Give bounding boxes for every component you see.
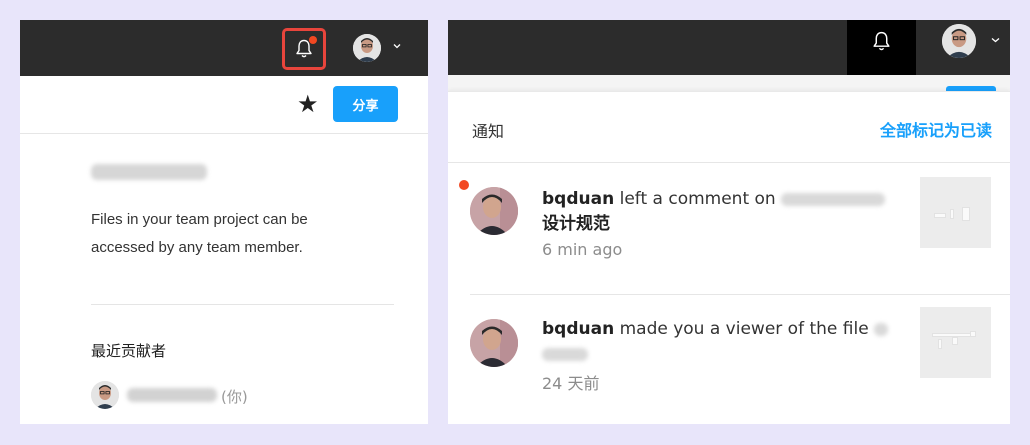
recent-contributors-title: 最近贡献者 (91, 342, 167, 360)
notification-avatar (470, 319, 518, 367)
notifications-title: 通知 (472, 122, 505, 141)
top-toolbar (448, 20, 1010, 75)
file-name-redacted-line2 (542, 347, 588, 361)
notifications-button-active[interactable] (847, 20, 916, 75)
team-access-description: Files in your team project can be access… (91, 211, 308, 256)
notifications-button[interactable] (282, 28, 326, 70)
notification-time: 6 min ago (542, 240, 623, 259)
star-icon[interactable]: ★ (297, 92, 319, 116)
divider (91, 304, 394, 305)
file-title-redacted (91, 164, 207, 180)
top-toolbar (20, 20, 428, 76)
file-share-panel: ★ 分享 Files in your team project can be a… (20, 20, 428, 424)
file-thumbnail (920, 307, 991, 378)
notification-text: bqduan left a comment on 设计规范 (542, 187, 902, 237)
notification-avatar (470, 187, 518, 235)
unread-dot (459, 180, 469, 190)
notification-action: made you a viewer of the file (614, 319, 875, 339)
underlying-toolbar (448, 75, 1010, 91)
notification-user: bqduan (542, 189, 615, 209)
notification-user: bqduan (542, 319, 615, 339)
notification-text: bqduan made you a viewer of the file (542, 317, 902, 367)
share-button[interactable]: 分享 (333, 86, 398, 122)
notifications-dropdown: 通知 全部标记为已读 bqduan left a comment on 设计规范… (448, 91, 1010, 424)
user-avatar[interactable] (942, 24, 976, 58)
unread-indicator (309, 36, 317, 44)
file-actions-bar: ★ 分享 (20, 76, 428, 134)
file-thumbnail (920, 177, 991, 248)
mark-all-read-link[interactable]: 全部标记为已读 (880, 117, 992, 141)
chevron-down-icon[interactable] (392, 42, 402, 50)
file-name-redacted (781, 192, 886, 206)
notification-item[interactable]: bqduan made you a viewer of the file 24 … (448, 295, 1010, 424)
notification-file-suffix: 设计规范 (542, 214, 610, 234)
file-name-redacted (874, 322, 889, 336)
notifications-panel: 通知 全部标记为已读 bqduan left a comment on 设计规范… (448, 20, 1010, 424)
contributor-you-label: (你) (221, 388, 248, 406)
contributor-name-redacted (127, 388, 217, 402)
chevron-down-icon[interactable] (990, 36, 1001, 44)
contributor-avatar (91, 381, 119, 409)
bell-icon (873, 31, 890, 51)
notification-action: left a comment on (614, 189, 782, 209)
user-avatar[interactable] (353, 34, 381, 62)
notification-time: 24 天前 (542, 374, 600, 393)
notification-item[interactable]: bqduan left a comment on 设计规范 6 min ago (448, 163, 1010, 294)
